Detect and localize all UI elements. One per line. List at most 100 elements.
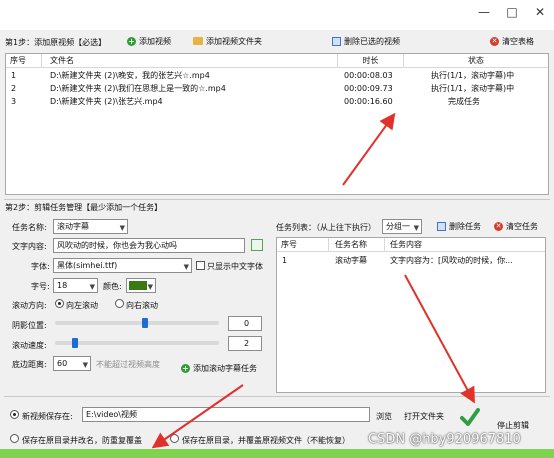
save-rename-label: 保存在原目录并改名，防重复覆盖 <box>22 436 142 445</box>
direction-right-radio[interactable] <box>115 299 124 308</box>
maximize-button[interactable]: □ <box>498 0 526 24</box>
row-status: 执行(1/1，滚动字幕)中 <box>431 71 515 80</box>
add-video-label: 添加视频 <box>139 36 171 46</box>
add-task-button[interactable]: + 添加滚动字幕任务 <box>181 362 257 374</box>
speed-value: 2 <box>243 339 250 348</box>
text-edit-icon[interactable] <box>251 239 263 251</box>
bottom-distance-value: 60 <box>57 359 68 368</box>
direction-left-radio[interactable] <box>55 299 64 308</box>
task-list-label: 任务列表：（从上往下执行） <box>276 223 376 232</box>
task-name-label: 任务名称: <box>12 223 47 232</box>
speed-label: 滚动速度: <box>12 341 47 350</box>
task-table[interactable]: 序号 任务名称 任务内容 1 滚动字幕 文字内容为：[风吹动的时候，你... <box>276 237 546 393</box>
new-save-label: 新视频保存在: <box>22 412 73 421</box>
bottom-distance-label: 底边距离: <box>12 360 47 369</box>
row-no: 2 <box>11 84 17 93</box>
browse-button[interactable]: 浏览 <box>376 411 392 422</box>
row-no: 1 <box>11 71 17 80</box>
clear-tasks-button[interactable]: ✕ 清空任务 <box>494 219 538 233</box>
shadow-value: 0 <box>243 319 250 328</box>
speed-slider[interactable] <box>55 341 219 345</box>
task-row-content: 文字内容为：[风吹动的时候，你... <box>390 256 513 265</box>
plus-icon: + <box>181 363 190 373</box>
row-filename: D:\新建文件夹 (2)\张艺兴.mp4 <box>50 97 163 106</box>
bottom-distance-select[interactable]: 60 ▼ <box>53 356 91 371</box>
add-video-button[interactable]: + 添加视频 <box>127 34 171 48</box>
delete-selected-button[interactable]: 删除已选的视频 <box>332 34 400 48</box>
new-save-radio[interactable] <box>10 410 19 419</box>
direction-right-label: 向右滚动 <box>126 301 158 310</box>
folder-icon <box>193 37 203 45</box>
save-path-value: E:\video\视频 <box>86 410 137 419</box>
close-button[interactable]: ✕ <box>526 0 554 24</box>
save-rename-radio[interactable] <box>10 434 19 443</box>
shadow-slider-thumb[interactable] <box>142 318 149 328</box>
color-label: 颜色: <box>103 282 122 291</box>
column-header-no[interactable]: 序号 <box>277 238 329 252</box>
bottom-distance-hint: 不能超过视频高度 <box>96 360 160 369</box>
delete-task-button[interactable]: 删除任务 <box>437 219 481 233</box>
only-chinese-checkbox[interactable] <box>196 261 205 270</box>
shadow-slider[interactable] <box>55 321 219 325</box>
task-name-select[interactable]: 滚动字幕 ▼ <box>53 219 128 234</box>
step1-title: 第1步：添加原视频【必选】 <box>5 38 107 47</box>
only-chinese-label: 只显示中文字体 <box>207 262 263 271</box>
delete-task-label: 删除任务 <box>449 221 481 231</box>
row-duration: 00:00:16.60 <box>344 97 393 106</box>
speed-slider-thumb[interactable] <box>71 338 78 348</box>
table-row[interactable]: 1 滚动字幕 文字内容为：[风吹动的时候，你... <box>277 255 545 267</box>
clear-icon: ✕ <box>494 221 503 231</box>
column-header-duration[interactable]: 时长 <box>338 54 404 68</box>
clear-icon: ✕ <box>490 36 499 46</box>
column-header-task-content[interactable]: 任务内容 <box>385 238 545 252</box>
group-select[interactable]: 分组一 ▼ <box>382 219 422 234</box>
chevron-down-icon: ▼ <box>183 263 189 271</box>
row-status: 完成任务 <box>448 97 480 106</box>
column-header-status[interactable]: 状态 <box>404 54 548 68</box>
column-header-filename[interactable]: 文件名 <box>42 54 338 68</box>
font-size-label: 字号: <box>31 282 50 291</box>
direction-label: 滚动方向: <box>12 301 47 310</box>
row-status: 执行(1/1，滚动字幕)中 <box>431 84 515 93</box>
font-select[interactable]: 黑体(simhei.ttf) ▼ <box>53 258 192 273</box>
table-row[interactable]: 2 D:\新建文件夹 (2)\我们在思想上是一致的☆.mp4 00:00:09.… <box>6 83 548 95</box>
font-size-select[interactable]: 18 ▼ <box>53 278 98 293</box>
step2-title: 第2步：剪辑任务管理【最少添加一个任务】 <box>5 203 163 212</box>
chevron-down-icon: ▼ <box>147 283 153 291</box>
group-value: 分组一 <box>386 222 410 231</box>
color-picker[interactable]: ▼ <box>126 278 156 293</box>
clear-tasks-label: 清空任务 <box>506 221 538 231</box>
open-folder-button[interactable]: 打开文件夹 <box>404 411 444 422</box>
clear-table-label: 清空表格 <box>502 36 534 46</box>
save-overwrite-label: 保存在原目录，并覆盖原视频文件（不能恢复） <box>182 436 350 445</box>
file-table[interactable]: 序号 文件名 时长 状态 1 D:\新建文件夹 (2)\晚安，我的张艺兴☆.mp… <box>5 53 549 195</box>
add-folder-button[interactable]: 添加视频文件夹 <box>193 34 262 48</box>
title-bar: — □ ✕ <box>0 0 554 30</box>
row-no: 3 <box>11 97 17 106</box>
row-filename: D:\新建文件夹 (2)\晚安，我的张艺兴☆.mp4 <box>50 71 210 80</box>
speed-input[interactable]: 2 <box>228 336 262 351</box>
row-duration: 00:00:09.73 <box>344 84 393 93</box>
save-path-input[interactable]: E:\video\视频 <box>82 407 370 422</box>
text-content-input[interactable]: 风吹动的时候，你也会为我心动吗 <box>53 238 245 253</box>
font-size-value: 18 <box>57 281 68 290</box>
task-row-no: 1 <box>282 256 288 265</box>
add-folder-label: 添加视频文件夹 <box>206 36 262 46</box>
table-row[interactable]: 1 D:\新建文件夹 (2)\晚安，我的张艺兴☆.mp4 00:00:08.03… <box>6 70 548 82</box>
chevron-down-icon: ▼ <box>413 224 419 232</box>
table-row[interactable]: 3 D:\新建文件夹 (2)\张艺兴.mp4 00:00:16.60 完成任务 <box>6 96 548 108</box>
chevron-down-icon: ▼ <box>89 283 95 291</box>
shadow-input[interactable]: 0 <box>228 316 262 331</box>
font-value: 黑体(simhei.ttf) <box>57 261 118 270</box>
column-header-no[interactable]: 序号 <box>6 54 42 68</box>
column-header-task-name[interactable]: 任务名称 <box>329 238 385 252</box>
save-overwrite-radio[interactable] <box>170 434 179 443</box>
minimize-button[interactable]: — <box>470 0 498 24</box>
check-icon <box>460 408 480 426</box>
add-task-label: 添加滚动字幕任务 <box>193 363 257 373</box>
delete-list-icon <box>332 36 341 46</box>
clear-table-button[interactable]: ✕ 清空表格 <box>490 34 534 48</box>
font-label: 字体: <box>31 262 50 271</box>
shadow-label: 阴影位置: <box>12 321 47 330</box>
delete-selected-label: 删除已选的视频 <box>344 36 400 46</box>
